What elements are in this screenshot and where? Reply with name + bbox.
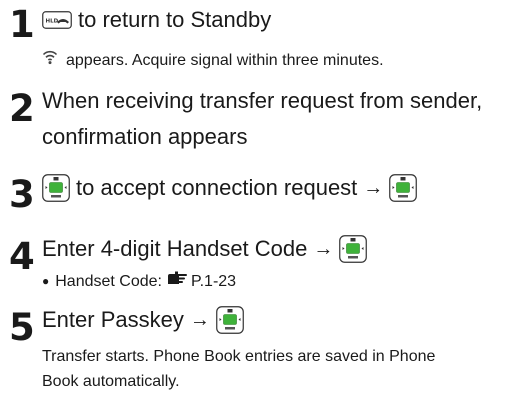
step-number: 4: [9, 235, 35, 278]
arrow-right-icon: →: [363, 177, 384, 199]
step-main-line: Enter Passkey →: [42, 306, 250, 334]
step-number: 5: [9, 306, 35, 349]
handset-code-label: Handset Code:: [55, 273, 162, 290]
step-sub-line: appears. Acquire signal within three min…: [42, 49, 384, 72]
step-main-line: to accept connection request →: [42, 174, 423, 202]
arrow-right-icon: →: [189, 309, 210, 331]
signal-search-icon: [42, 49, 58, 72]
bullet-icon: ●: [42, 274, 50, 288]
step-text: Enter Passkey: [42, 307, 184, 332]
step-number: 3: [9, 173, 35, 216]
step-text: to accept connection request: [76, 175, 358, 200]
reference-pointer-icon: [166, 270, 188, 293]
step-text: to return to Standby: [78, 7, 272, 32]
page-reference-link[interactable]: P.1-23: [191, 270, 236, 293]
step-main-line-1: When receiving transfer request from sen…: [42, 88, 483, 113]
step-sub-text: appears. Acquire signal within three min…: [66, 52, 384, 69]
center-select-key-icon: [42, 174, 70, 202]
hld-end-key-icon: HLD: [42, 11, 72, 29]
step-number: 2: [9, 87, 35, 130]
svg-text:HLD: HLD: [46, 19, 59, 25]
step-main-line: Enter 4-digit Handset Code →: [42, 235, 373, 263]
step-sub-line: ● Handset Code: P.1-23: [42, 270, 236, 293]
step-sub-line-1: Transfer starts. Phone Book entries are …: [42, 348, 436, 365]
center-select-key-icon: [389, 174, 418, 202]
step-text: Enter 4-digit Handset Code: [42, 236, 308, 261]
center-select-key-icon: [339, 235, 368, 263]
step-sub-line-2: Book automatically.: [42, 373, 180, 390]
arrow-right-icon: →: [313, 238, 334, 260]
center-select-key-icon: [215, 306, 244, 334]
step-main-line: HLD to return to Standby: [42, 6, 271, 34]
step-main-line-2: confirmation appears: [42, 124, 248, 149]
step-number: 1: [9, 3, 35, 46]
